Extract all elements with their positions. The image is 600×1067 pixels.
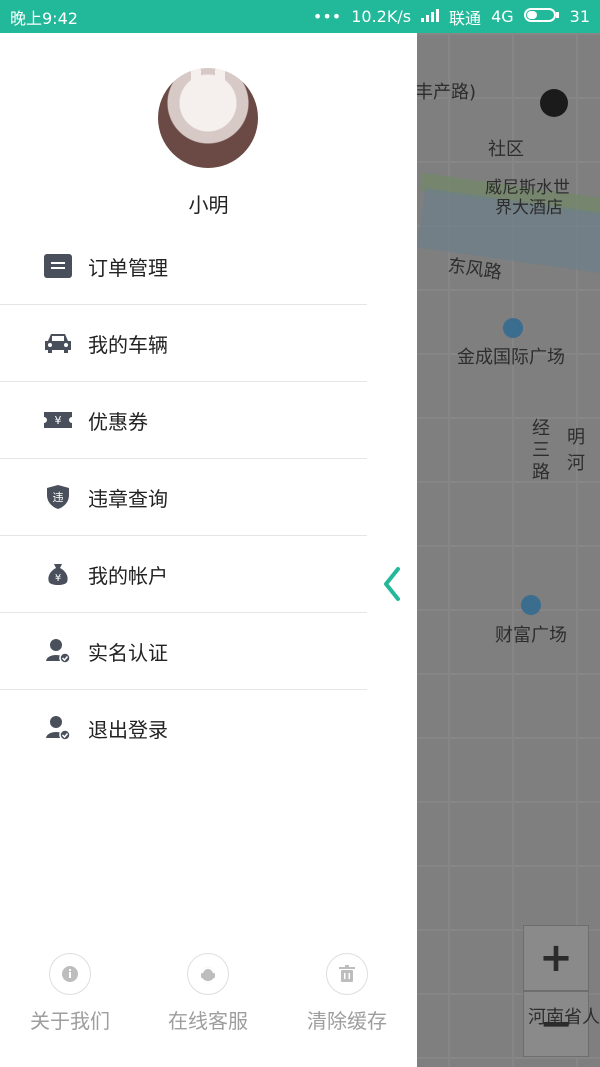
clear-cache-button[interactable]: 清除缓存 (277, 953, 417, 1034)
status-dots: ••• (312, 7, 342, 26)
online-support-button[interactable]: 在线客服 (138, 953, 278, 1034)
carrier: 联通 (449, 8, 482, 28)
info-icon (49, 953, 91, 995)
about-us-button[interactable]: 关于我们 (0, 953, 140, 1034)
menu-label: 实名认证 (88, 640, 168, 665)
user-logout-icon (44, 714, 72, 742)
menu-label: 违章查询 (88, 486, 168, 511)
menu-item-logout[interactable]: 退出登录 (0, 690, 367, 766)
svg-text:违: 违 (53, 491, 64, 504)
online-support-label: 在线客服 (168, 1009, 248, 1033)
user-verify-icon (44, 637, 72, 665)
menu-item-orders[interactable]: 订单管理 (0, 228, 367, 305)
map-label-plaza: 金成国际广场 (457, 347, 565, 368)
status-right: ••• 10.2K/s 联通 4G 31 (313, 5, 590, 29)
menu-label: 退出登录 (88, 717, 168, 742)
order-icon (44, 252, 72, 280)
user-name: 小明 (188, 193, 229, 217)
menu-label: 优惠券 (88, 409, 148, 434)
svg-text:¥: ¥ (55, 414, 62, 427)
status-time: 晚上9:42 (10, 8, 78, 28)
car-icon (44, 329, 72, 357)
support-icon (187, 953, 229, 995)
map-chat-icon[interactable] (540, 89, 568, 117)
menu-item-coupons[interactable]: ¥ 优惠券 (0, 382, 367, 459)
menu-item-violations[interactable]: 违 违章查询 (0, 459, 367, 536)
menu-label: 我的帐户 (88, 563, 168, 588)
map-pin-caifu[interactable] (521, 595, 541, 615)
map-label-hotel-2: 界大酒店 (495, 198, 563, 218)
about-us-label: 关于我们 (30, 1009, 110, 1033)
drawer-menu: 订单管理 我的车辆 ¥ 优惠券 违 违章查询 ¥ 我的帐户 实名认证 退出登录 (0, 228, 417, 766)
map-label-top: 丰产路) (415, 82, 477, 103)
avatar[interactable] (158, 68, 258, 168)
map-label-henan: 河南省人 (528, 1007, 600, 1028)
status-speed: 10.2K/s (351, 7, 412, 26)
map-label-jing3: 经三路 (532, 418, 550, 483)
violation-shield-icon: 违 (44, 483, 72, 511)
menu-item-account[interactable]: ¥ 我的帐户 (0, 536, 367, 613)
status-bar: 晚上9:42 ••• 10.2K/s 联通 4G 31 (0, 0, 600, 33)
map-label-community: 社区 (488, 139, 524, 160)
avatar-ear-right (215, 68, 225, 96)
zoom-in-button[interactable]: + (523, 925, 589, 991)
coupon-icon: ¥ (44, 406, 72, 434)
chevron-left-icon[interactable] (380, 565, 404, 603)
signal-icon (421, 7, 440, 26)
svg-text:¥: ¥ (55, 573, 61, 584)
menu-item-vehicles[interactable]: 我的车辆 (0, 305, 367, 382)
menu-item-verification[interactable]: 实名认证 (0, 613, 367, 690)
battery-icon (523, 7, 560, 26)
menu-label: 订单管理 (88, 255, 168, 280)
side-drawer: 小明 订单管理 我的车辆 ¥ 优惠券 违 违章查询 ¥ 我的帐户 实名认证 退出… (0, 33, 417, 1067)
map-pin-plaza[interactable] (503, 318, 523, 338)
trash-icon (326, 953, 368, 995)
map-label-caifu: 财富广场 (495, 625, 567, 646)
network-type: 4G (491, 7, 514, 26)
avatar-ear-left (191, 68, 201, 96)
menu-label: 我的车辆 (88, 332, 168, 357)
map-label-ming: 明河 (567, 427, 585, 474)
wallet-bag-icon: ¥ (44, 560, 72, 588)
battery-level: 31 (569, 7, 590, 26)
drawer-bottom-actions: 关于我们 在线客服 清除缓存 (0, 953, 417, 1053)
clear-cache-label: 清除缓存 (307, 1009, 387, 1033)
